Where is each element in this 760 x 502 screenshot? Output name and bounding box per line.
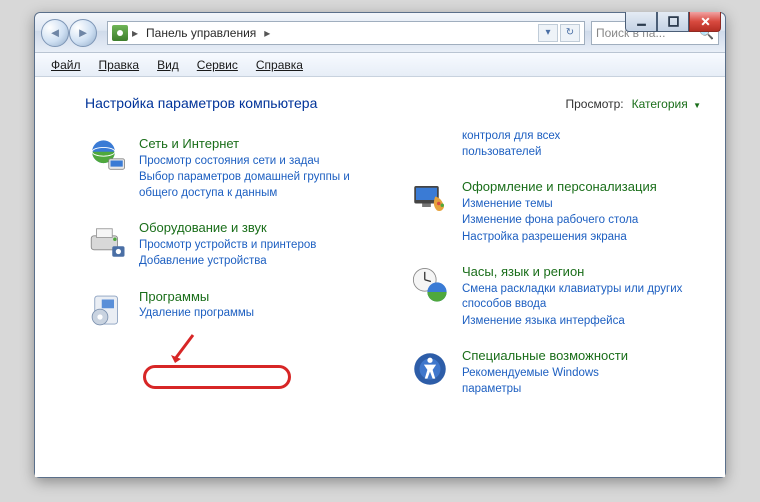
forward-button[interactable]: ►: [69, 19, 97, 47]
link-interface-lang[interactable]: Изменение языка интерфейса: [462, 314, 701, 330]
column-left: Сеть и Интернет Просмотр состояния сети …: [85, 135, 378, 398]
address-bar[interactable]: ▸ Панель управления ▸ ▾ ↻: [107, 21, 585, 45]
link-change-theme[interactable]: Изменение темы: [462, 197, 657, 213]
refresh-button[interactable]: ↻: [560, 24, 580, 42]
ease-of-access-icon: [408, 347, 452, 391]
link-devices-printers[interactable]: Просмотр устройств и принтеров: [139, 238, 316, 254]
category-title-clock[interactable]: Часы, язык и регион: [462, 264, 584, 279]
menu-help[interactable]: Справка: [248, 55, 311, 75]
category-title-network[interactable]: Сеть и Интернет: [139, 136, 239, 151]
menu-bar: Файл Правка Вид Сервис Справка: [35, 53, 725, 77]
address-history-dropdown[interactable]: ▾: [538, 24, 558, 42]
link-add-device[interactable]: Добавление устройства: [139, 254, 316, 270]
breadcrumb-sep: ▸: [264, 26, 270, 40]
minimize-button[interactable]: [625, 12, 657, 32]
column-right: контроля для всех пользователей Оформлен…: [408, 135, 701, 398]
monitor-paint-icon: [408, 178, 452, 222]
category-title-ease[interactable]: Специальные возможности: [462, 348, 628, 363]
category-title-hardware[interactable]: Оборудование и звук: [139, 220, 267, 235]
globe-network-icon: [85, 135, 129, 179]
link-keyboard-layout[interactable]: Смена раскладки клавиатуры или других сп…: [462, 282, 701, 313]
breadcrumb-item[interactable]: Панель управления: [142, 24, 260, 42]
printer-hardware-icon: [85, 219, 129, 263]
menu-tools[interactable]: Сервис: [189, 55, 246, 75]
view-label: Просмотр:: [565, 97, 623, 111]
menu-file[interactable]: Файл: [43, 55, 89, 75]
control-panel-icon: [112, 25, 128, 41]
close-button[interactable]: [689, 12, 721, 32]
link-parental-extra2[interactable]: пользователей: [462, 145, 560, 161]
link-uninstall-program[interactable]: Удаление программы: [139, 306, 254, 322]
link-ease-recommended2[interactable]: параметры: [462, 382, 628, 398]
view-value: Категория: [632, 97, 688, 111]
page-title: Настройка параметров компьютера: [85, 95, 317, 111]
maximize-button[interactable]: [657, 12, 689, 32]
programs-box-icon: [85, 288, 129, 332]
category-extra-lines: контроля для всех пользователей: [408, 129, 701, 160]
category-network: Сеть и Интернет Просмотр состояния сети …: [85, 135, 378, 201]
window-controls: [625, 12, 721, 32]
clock-globe-icon: [408, 263, 452, 307]
category-clock-lang: Часы, язык и регион Смена раскладки клав…: [408, 263, 701, 329]
link-change-wallpaper[interactable]: Изменение фона рабочего стола: [462, 213, 657, 229]
view-selector[interactable]: Просмотр: Категория ▼: [565, 97, 701, 111]
link-ease-recommended1[interactable]: Рекомендуемые Windows: [462, 366, 628, 382]
back-button[interactable]: ◄: [41, 19, 69, 47]
dropdown-icon: ▼: [693, 101, 701, 110]
category-hardware: Оборудование и звук Просмотр устройств и…: [85, 219, 378, 270]
link-screen-resolution[interactable]: Настройка разрешения экрана: [462, 230, 657, 246]
titlebar: ◄ ► ▸ Панель управления ▸ ▾ ↻ Поиск в па…: [35, 13, 725, 53]
category-title-personalization[interactable]: Оформление и персонализация: [462, 179, 657, 194]
content-area: Настройка параметров компьютера Просмотр…: [35, 77, 725, 477]
control-panel-window: ◄ ► ▸ Панель управления ▸ ▾ ↻ Поиск в па…: [34, 12, 726, 478]
link-homegroup[interactable]: Выбор параметров домашней группы и общег…: [139, 170, 378, 201]
menu-view[interactable]: Вид: [149, 55, 187, 75]
category-personalization: Оформление и персонализация Изменение те…: [408, 178, 701, 245]
link-network-status[interactable]: Просмотр состояния сети и задач: [139, 154, 378, 170]
menu-edit[interactable]: Правка: [91, 55, 148, 75]
link-parental-extra1[interactable]: контроля для всех: [462, 129, 560, 145]
category-ease-of-access: Специальные возможности Рекомендуемые Wi…: [408, 347, 701, 398]
category-title-programs[interactable]: Программы: [139, 289, 209, 304]
breadcrumb-sep: ▸: [132, 26, 138, 40]
category-programs: Программы Удаление программы: [85, 288, 378, 332]
